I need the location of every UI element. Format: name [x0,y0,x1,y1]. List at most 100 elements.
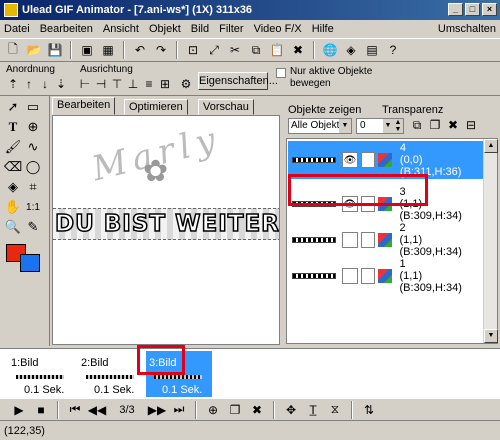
eye-slot[interactable] [341,268,358,284]
zoom-1to1-icon[interactable]: 1:1 [24,198,42,216]
editing-canvas[interactable]: Marly ✿ DU BIST WEITER [52,115,280,345]
hand-tool-icon[interactable]: ✋ [4,198,22,216]
dropdown-arrow-icon[interactable]: ▼ [339,119,351,133]
close-button[interactable]: × [482,3,497,16]
dropdown-arrow-icon[interactable]: ▼ [383,119,393,133]
object-row-2[interactable]: 2 (1,1)(B:309,H:34) [288,221,484,259]
minimize-button[interactable]: _ [448,3,463,16]
text-tool-icon[interactable]: T [4,118,22,136]
new-file-icon[interactable]: 🗋 [4,41,22,59]
copy-icon[interactable]: ⧉ [247,41,265,59]
menu-bearbeiten[interactable]: Bearbeiten [40,23,93,35]
banner-object[interactable]: DU BIST WEITER [53,208,279,240]
frame-delay[interactable]: 0.1 Sek. [24,384,64,396]
eye-icon[interactable]: 👁 [341,152,358,168]
lasso-tool-icon[interactable]: ∿ [24,138,42,156]
maximize-button[interactable]: □ [465,3,480,16]
last-frame-icon[interactable]: ⏭ [170,401,188,419]
ellipse-select-icon[interactable]: ◯ [24,158,42,176]
frame-properties-icon[interactable]: ⇅ [360,401,378,419]
optimize-icon[interactable]: ◈ [342,41,360,59]
zoom-in-icon[interactable]: 🔍 [4,218,22,236]
menu-umschalten[interactable]: Umschalten [438,23,496,35]
stop-icon[interactable]: ■ [32,401,50,419]
background-color-swatch[interactable] [20,254,40,272]
tween-icon[interactable]: ✥ [282,401,300,419]
send-backward-icon[interactable]: ↓ [38,75,52,93]
duplicate-frame-icon[interactable]: ❐ [226,401,244,419]
tab-vorschau[interactable]: Vorschau [198,99,254,115]
open-folder-icon[interactable]: 📂 [25,41,43,59]
bring-to-front-icon[interactable]: ⇡ [6,75,20,93]
crop-tool-icon[interactable]: ⌗ [24,178,42,196]
eigenschaften-button[interactable]: Eigenschaften... [198,72,278,90]
merge-object-icon[interactable]: ⊟ [462,116,480,134]
paintbrush-icon[interactable]: 🖌 [4,138,22,156]
delete-frame-icon[interactable]: ✖ [248,401,266,419]
align-bottom-icon[interactable]: ≡ [142,75,156,93]
lock-slot[interactable] [360,232,375,248]
align-middle-icon[interactable]: ⊥ [126,75,140,93]
play-icon[interactable]: ▶ [10,401,28,419]
align-edges-icon[interactable]: ⊞ [158,75,172,93]
menu-objekt[interactable]: Objekt [149,23,181,35]
save-icon[interactable]: 💾 [46,41,64,59]
frame-delay[interactable]: 0.1 Sek. [162,384,202,396]
next-frame-icon[interactable]: ▶▶ [148,401,166,419]
tab-optimieren[interactable]: Optimieren [124,99,188,115]
add-image-icon[interactable]: ▣ [78,41,96,59]
redo-icon[interactable]: ↷ [152,41,170,59]
paste-icon[interactable]: 📋 [268,41,286,59]
eyedropper-icon[interactable]: ✎ [24,218,42,236]
duplicate-object-icon[interactable]: ❐ [426,116,444,134]
frame-1[interactable]: 1:Bild 0.1 Sek. [8,351,74,397]
menu-filter[interactable]: Filter [219,23,243,35]
first-frame-icon[interactable]: ⏮ [66,401,84,419]
scroll-down-icon[interactable]: ▼ [484,329,498,343]
lock-slot[interactable] [360,152,375,168]
web-icon[interactable]: 🌐 [321,41,339,59]
undo-icon[interactable]: ↶ [131,41,149,59]
eye-slot[interactable] [341,232,358,248]
only-active-checkbox[interactable] [276,68,286,78]
help-icon[interactable]: ? [384,41,402,59]
send-to-back-icon[interactable]: ⇣ [54,75,68,93]
optimize-frame-icon[interactable]: ⧖ [326,401,344,419]
crop-icon[interactable]: ⊡ [184,41,202,59]
menu-bild[interactable]: Bild [191,23,209,35]
object-row-1[interactable]: 1 (1,1)(B:309,H:34) [288,257,484,295]
delete-object-icon[interactable]: ✖ [444,116,462,134]
resize-icon[interactable]: ⤢ [205,41,223,59]
frame-2[interactable]: 2:Bild 0.1 Sek. [78,351,144,397]
frame-delay[interactable]: 0.1 Sek. [94,384,134,396]
object-list-scrollbar[interactable]: ▲ ▼ [483,139,498,343]
transparency-stepper[interactable]: 0 ▼ ▲ ▼ [356,118,404,134]
menu-hilfe[interactable]: Hilfe [312,23,334,35]
properties-icon[interactable]: ⚙ [178,75,194,93]
eraser-icon[interactable]: ⌫ [4,158,22,176]
cut-icon[interactable]: ✂ [226,41,244,59]
preview-icon[interactable]: ▤ [363,41,381,59]
delete-icon[interactable]: ✖ [289,41,307,59]
lock-slot[interactable] [360,268,375,284]
show-objects-select[interactable]: Alle Objekte ▼ [288,118,352,134]
menu-datei[interactable]: Datei [4,23,30,35]
text-effect-icon[interactable]: T̲ [304,401,322,419]
new-object-icon[interactable]: ⧉ [408,116,426,134]
menu-ansicht[interactable]: Ansicht [103,23,139,35]
align-top-icon[interactable]: ⊤ [110,75,124,93]
scroll-up-icon[interactable]: ▲ [484,139,498,153]
spin-arrows-icon[interactable]: ▲ ▼ [393,119,403,133]
bring-forward-icon[interactable]: ↑ [22,75,36,93]
align-center-icon[interactable]: ⊣ [94,75,108,93]
menu-video-fx[interactable]: Video F/X [254,23,302,35]
align-left-icon[interactable]: ⊢ [78,75,92,93]
transform-tool-icon[interactable]: ⊕ [24,118,42,136]
add-frame-icon[interactable]: ⊕ [204,401,222,419]
color-palette-icon[interactable]: ▦ [99,41,117,59]
fill-bucket-icon[interactable]: ◈ [4,178,22,196]
tab-bearbeiten[interactable]: Bearbeiten [52,97,116,115]
prev-frame-icon[interactable]: ◀◀ [88,401,106,419]
marquee-tool-icon[interactable]: ▭ [24,98,42,116]
pick-tool-icon[interactable]: ➚ [4,98,22,116]
